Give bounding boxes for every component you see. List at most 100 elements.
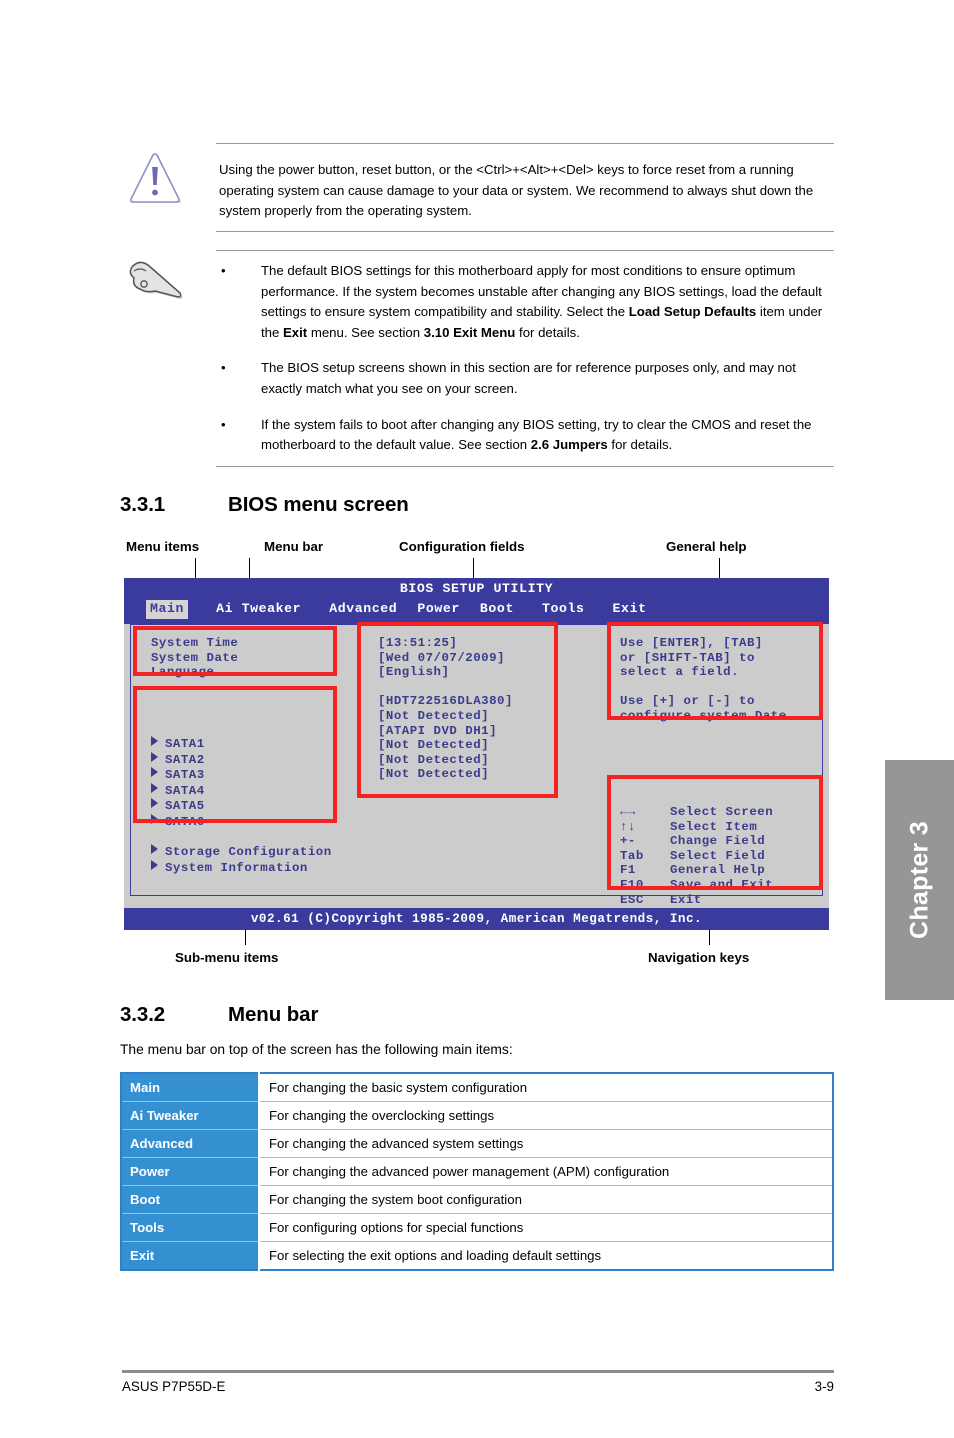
bullet-marker: • <box>221 416 226 432</box>
submenu-arrow-icon <box>151 798 158 809</box>
table-row: Tools For configuring options for special… <box>120 1213 834 1242</box>
submenu-arrow-icon <box>151 767 158 778</box>
menu-description-cell: For changing the basic system configurat… <box>258 1072 834 1102</box>
bios-nav-key: ↑↓ <box>620 819 636 834</box>
callout-menu-items: Menu items <box>126 539 200 554</box>
note-bullet-list: • The default BIOS settings for this moth… <box>219 261 835 471</box>
menu-description-cell: For changing the system boot configurati… <box>258 1185 834 1214</box>
bios-configuration-fields-column: [13:51:25] [Wed 07/07/2009] [English] [H… <box>378 636 513 782</box>
bios-nav-key: Tab <box>620 848 644 863</box>
bios-nav-action: Select Item <box>670 819 758 834</box>
bios-submenu-item-sata1[interactable]: SATA1 <box>151 736 332 752</box>
footer-product-name: ASUS P7P55D-E <box>122 1379 226 1394</box>
section-331-number: 3.3.1 <box>120 493 166 516</box>
bios-tab-advanced[interactable]: Advanced <box>329 600 397 619</box>
bios-nav-key: F10 <box>620 877 644 892</box>
bios-nav-key-row: F10 Save and Exit <box>620 878 773 893</box>
callout-menu-bar: Menu bar <box>264 539 324 554</box>
menu-name-cell: Ai Tweaker <box>120 1101 260 1130</box>
bios-submenu-label: Storage Configuration <box>165 845 332 860</box>
bios-submenu-item-sata6[interactable]: SATA6 <box>151 813 332 830</box>
bios-submenu-item-sata5[interactable]: SATA5 <box>151 798 332 814</box>
bios-submenu-label: SATA1 <box>165 737 205 751</box>
chapter-tab-label: Chapter 3 <box>905 820 933 940</box>
menu-description-cell: For changing the advanced power manageme… <box>258 1157 834 1186</box>
section-331-title: BIOS menu screen <box>228 493 409 516</box>
bios-submenu-item-system-information[interactable]: System Information <box>151 859 332 876</box>
footer-page-number: 3-9 <box>814 1379 834 1394</box>
bios-title-bar: BIOS SETUP UTILITY Main Ai Tweaker Advan… <box>124 578 829 624</box>
bios-nav-action: Change Field <box>670 834 766 849</box>
menu-description-cell: For changing the advanced system setting… <box>258 1129 834 1158</box>
bios-general-help-column: Use [ENTER], [TAB] or [SHIFT-TAB] to sel… <box>620 636 795 723</box>
warning-rule-bottom <box>216 231 834 232</box>
chapter-tab: Chapter 3 <box>885 760 954 1000</box>
note-bullet-1: • The default BIOS settings for this moth… <box>219 261 835 343</box>
menu-description-cell: For selecting the exit options and loadi… <box>258 1241 834 1271</box>
bios-nav-key-row: F1 General Help <box>620 863 773 878</box>
bios-tab-tools[interactable]: Tools <box>542 600 585 619</box>
callout-navigation-keys: Navigation keys <box>648 950 750 965</box>
table-row: Ai Tweaker For changing the overclocking … <box>120 1101 834 1130</box>
bios-nav-key-row: ↑↓ Select Item <box>620 820 773 835</box>
bios-submenu-label: SATA4 <box>165 783 205 798</box>
bios-tab-main[interactable]: Main <box>146 600 189 619</box>
bios-nav-key-row: ←→ Select Screen <box>620 805 773 820</box>
bios-tab-boot[interactable]: Boot <box>480 600 514 619</box>
menu-bar-table: Main For changing the basic system config… <box>120 1072 834 1271</box>
bios-submenu-label: SATA6 <box>165 814 205 829</box>
submenu-arrow-icon <box>151 844 158 855</box>
bios-navigation-keys-column: ←→ Select Screen ↑↓ Select Item +- Change Fie… <box>620 805 773 907</box>
body-text: for details. <box>607 437 673 453</box>
emphasis-text: Load Setup Defaults <box>628 304 757 320</box>
bios-nav-action: Select Field <box>670 848 766 863</box>
bios-tab-power[interactable]: Power <box>417 600 460 619</box>
bullet-marker: • <box>221 360 226 376</box>
bios-nav-key: ←→ <box>620 805 636 819</box>
warning-text: Using the power button, reset button, or… <box>219 162 814 219</box>
bios-nav-key: +- <box>620 834 636 849</box>
bios-nav-action: Exit <box>670 892 702 907</box>
bios-nav-key-row: Tab Select Field <box>620 849 773 864</box>
emphasis-text: 2.6 Jumpers <box>530 437 608 453</box>
bios-submenu-item-sata3[interactable]: SATA3 <box>151 767 332 783</box>
section-332-number: 3.3.2 <box>120 1003 166 1026</box>
table-row: Power For changing the advanced power man… <box>120 1157 834 1186</box>
note-bullet-2: • The BIOS setup screens shown in this se… <box>219 358 835 399</box>
warning-rule-top <box>216 143 834 144</box>
table-row: Main For changing the basic system config… <box>120 1072 834 1102</box>
bullet-marker: • <box>221 263 226 278</box>
submenu-arrow-icon <box>151 736 158 746</box>
callout-configuration-fields: Configuration fields <box>399 539 525 554</box>
bios-submenu-item-sata4[interactable]: SATA4 <box>151 782 332 799</box>
menu-name-cell: Boot <box>120 1185 260 1214</box>
menu-name-cell: Power <box>120 1157 260 1186</box>
bios-nav-key: F1 <box>620 863 636 878</box>
bios-menu-items-column: System Time System Date Language <box>151 636 239 680</box>
note-bullet-3: • If the system fails to boot after chang… <box>219 415 835 456</box>
bios-tab-ai-tweaker[interactable]: Ai Tweaker <box>216 600 301 619</box>
bios-submenu-item-storage-configuration[interactable]: Storage Configuration <box>151 844 332 860</box>
bios-nav-action: Select Screen <box>670 805 774 819</box>
bios-submenu-label: SATA3 <box>165 768 205 783</box>
bios-submenu-label: System Information <box>165 860 308 875</box>
bios-nav-key-row: +- Change Field <box>620 834 773 849</box>
bios-nav-key-row: ESC Exit <box>620 893 773 908</box>
emphasis-text: 3.10 Exit Menu <box>423 324 516 340</box>
note-rule-top <box>216 250 834 251</box>
bios-nav-action: General Help <box>670 863 766 878</box>
warning-triangle-icon <box>123 152 185 208</box>
section-332-intro: The menu bar on top of the screen has th… <box>120 1042 513 1057</box>
bios-submenu-item-sata2[interactable]: SATA2 <box>151 751 332 768</box>
callout-sub-menu-items: Sub-menu items <box>175 950 279 965</box>
footer-rule <box>122 1370 834 1373</box>
table-row: Boot For changing the system boot configu… <box>120 1185 834 1214</box>
submenu-arrow-icon <box>151 751 158 762</box>
table-row: Exit For selecting the exit options and l… <box>120 1241 834 1271</box>
menu-description-cell: For changing the overclocking settings <box>258 1101 834 1130</box>
table-row: Advanced For changing the advanced system… <box>120 1129 834 1158</box>
bios-body: System Time System Date Language [13:51:… <box>130 624 823 907</box>
bios-utility-title: BIOS SETUP UTILITY <box>399 581 554 596</box>
bios-tab-exit[interactable]: Exit <box>613 600 647 619</box>
section-332-title: Menu bar <box>228 1003 319 1026</box>
